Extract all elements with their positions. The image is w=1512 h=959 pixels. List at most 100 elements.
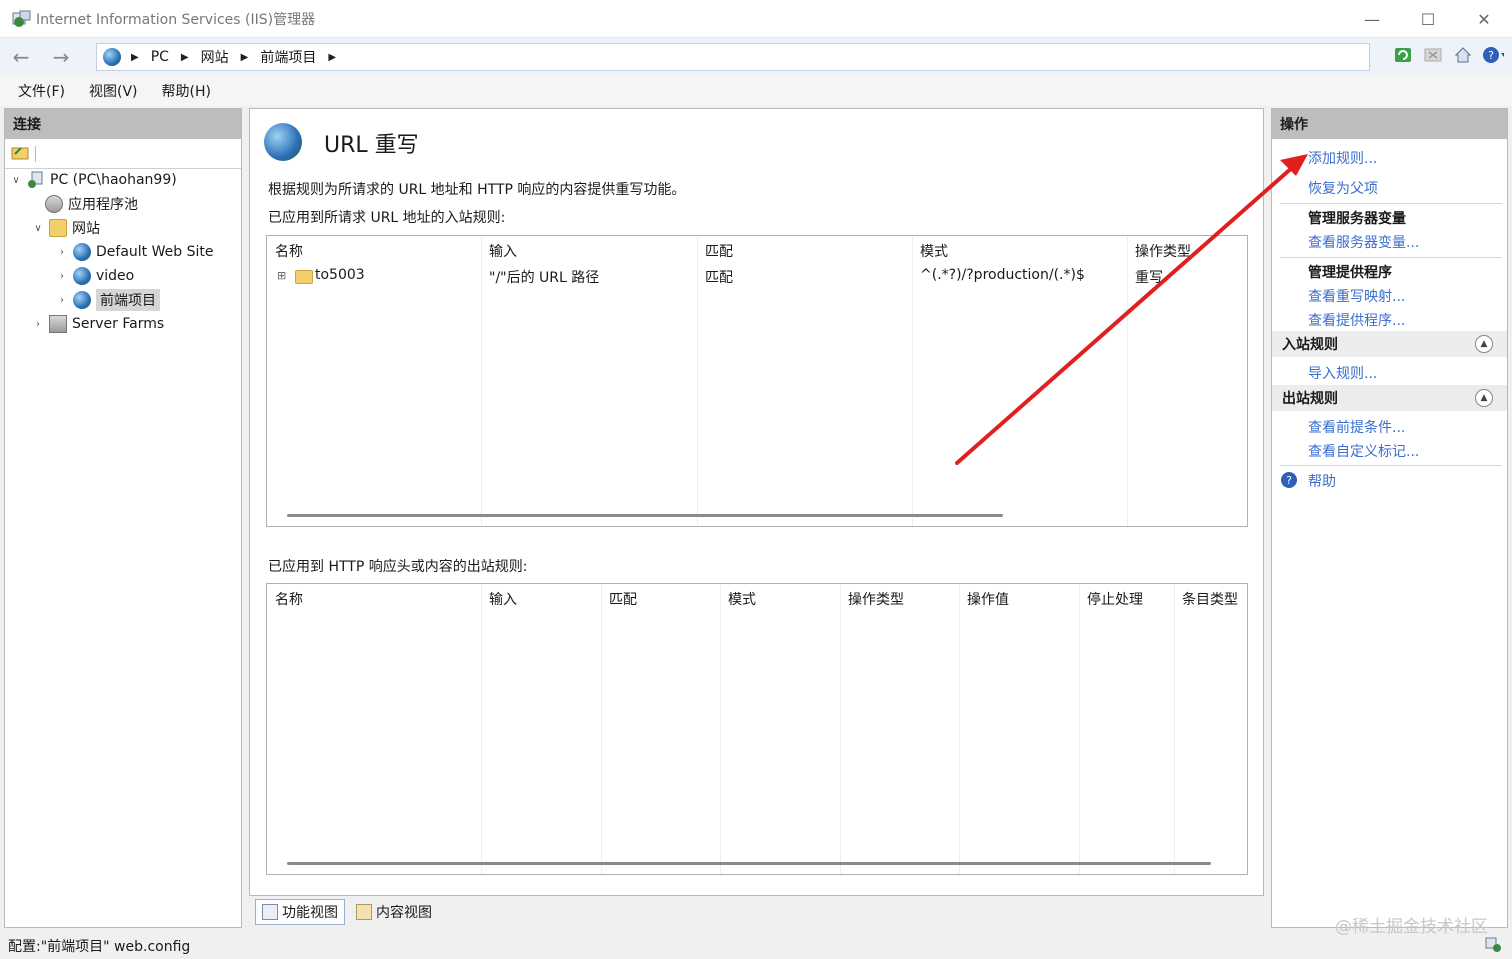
column-header[interactable]: 匹配 <box>705 241 733 261</box>
breadcrumb-sites[interactable]: 网站 <box>201 47 229 67</box>
inbound-grid-header: 名称 输入 匹配 模式 操作类型 <box>267 236 1247 264</box>
app-pool-icon <box>45 195 63 213</box>
maximize-button[interactable]: ☐ <box>1400 0 1456 38</box>
section-title: 入站规则 <box>1282 337 1338 353</box>
connect-icon[interactable] <box>11 144 29 164</box>
breadcrumb-separator-icon[interactable]: ▶ <box>241 52 249 63</box>
revert-to-parent-link[interactable]: 恢复为父项 <box>1308 178 1378 198</box>
actions-header: 操作 <box>1272 109 1507 139</box>
horizontal-scrollbar[interactable] <box>287 862 1211 865</box>
column-header[interactable]: 模式 <box>728 589 756 609</box>
folder-icon <box>295 270 313 284</box>
column-header[interactable]: 模式 <box>920 241 948 261</box>
tree-label: 前端项目 <box>96 289 160 311</box>
add-rule-link[interactable]: 添加规则... <box>1308 148 1377 168</box>
globe-icon <box>73 243 91 261</box>
tree-node-video[interactable]: › video <box>55 265 134 287</box>
menu-help[interactable]: 帮助(H) <box>162 81 211 101</box>
tree-node-app-pools[interactable]: 应用程序池 <box>45 193 138 215</box>
table-row[interactable]: ⊞ to5003 "/"后的 URL 路径 匹配 ^(.*?)/?product… <box>267 264 1247 290</box>
watermark-text: @稀土掘金技术社区 <box>1335 917 1488 937</box>
feature-panel: URL 重写 根据规则为所请求的 URL 地址和 HTTP 响应的内容提供重写功… <box>249 108 1264 896</box>
tab-features-view[interactable]: 功能视图 <box>255 899 345 925</box>
title-bar: Internet Information Services (IIS)管理器 —… <box>0 0 1512 38</box>
refresh-icon[interactable] <box>1392 44 1414 66</box>
view-custom-tags-link[interactable]: 查看自定义标记... <box>1308 441 1419 461</box>
inbound-rules-grid[interactable]: 名称 输入 匹配 模式 操作类型 ⊞ to5003 "/"后的 URL 路径 匹… <box>266 235 1248 527</box>
tree-label: video <box>96 268 135 284</box>
tree-label: 应用程序池 <box>68 197 138 213</box>
content-view-icon <box>356 904 372 920</box>
globe-icon <box>73 267 91 285</box>
collapsed-chevron-icon[interactable]: › <box>55 295 69 306</box>
menu-view[interactable]: 视图(V) <box>89 81 138 101</box>
minimize-button[interactable]: — <box>1344 0 1400 38</box>
inbound-rules-section[interactable]: 入站规则 ▲ <box>1272 331 1507 357</box>
menu-file[interactable]: 文件(F) <box>18 81 65 101</box>
rule-action-cell: 重写 <box>1135 270 1163 286</box>
globe-icon <box>73 291 91 309</box>
import-rules-link[interactable]: 导入规则... <box>1308 363 1377 383</box>
close-button[interactable]: ✕ <box>1456 0 1512 38</box>
back-arrow-icon[interactable]: ← <box>8 44 34 70</box>
stop-icon[interactable] <box>1422 44 1444 66</box>
tab-content-view[interactable]: 内容视图 <box>349 899 439 925</box>
breadcrumb-separator-icon[interactable]: ▶ <box>181 52 189 63</box>
column-header[interactable]: 操作类型 <box>1135 241 1191 261</box>
tree-node-frontend-project[interactable]: › 前端项目 <box>55 289 160 311</box>
view-tabs: 功能视图 内容视图 <box>255 899 439 925</box>
iis-app-icon <box>12 10 32 28</box>
collapsed-chevron-icon[interactable]: › <box>31 319 45 330</box>
expanded-chevron-icon[interactable]: ∨ <box>31 223 45 234</box>
breadcrumb-pc[interactable]: PC <box>151 49 169 65</box>
view-preconditions-link[interactable]: 查看前提条件... <box>1308 417 1405 437</box>
horizontal-scrollbar[interactable] <box>287 514 1003 517</box>
view-rewrite-maps-link[interactable]: 查看重写映射... <box>1308 286 1405 306</box>
outbound-rules-section[interactable]: 出站规则 ▲ <box>1272 385 1507 411</box>
section-title: 出站规则 <box>1282 391 1338 407</box>
tree-node-server-farms[interactable]: › Server Farms <box>31 313 164 335</box>
tree-node-sites[interactable]: ∨ 网站 <box>31 217 100 239</box>
help-icon[interactable]: ? <box>1482 44 1504 66</box>
column-header[interactable]: 名称 <box>275 241 303 261</box>
collapse-up-icon[interactable]: ▲ <box>1475 335 1493 353</box>
window-title: Internet Information Services (IIS)管理器 <box>36 11 316 28</box>
breadcrumb-frontend-project[interactable]: 前端项目 <box>260 47 316 67</box>
expand-plus-icon[interactable]: ⊞ <box>277 269 286 282</box>
column-header[interactable]: 操作值 <box>967 589 1009 609</box>
breadcrumb-separator-icon[interactable]: ▶ <box>328 52 336 63</box>
column-header[interactable]: 输入 <box>489 589 517 609</box>
collapse-up-icon[interactable]: ▲ <box>1475 389 1493 407</box>
sites-folder-icon <box>49 219 67 237</box>
outbound-rules-grid[interactable]: 名称 输入 匹配 模式 操作类型 操作值 停止处理 条目类型 <box>266 583 1248 875</box>
address-field[interactable]: ▶ PC ▶ 网站 ▶ 前端项目 ▶ <box>96 43 1370 71</box>
column-header[interactable]: 条目类型 <box>1182 589 1238 609</box>
tree-node-default-web-site[interactable]: › Default Web Site <box>55 241 213 263</box>
network-status-icon <box>1484 936 1504 954</box>
view-providers-link[interactable]: 查看提供程序... <box>1308 310 1405 330</box>
column-header[interactable]: 停止处理 <box>1087 589 1143 609</box>
forward-arrow-icon[interactable]: → <box>48 44 74 70</box>
server-farm-icon <box>49 315 67 333</box>
help-link[interactable]: 帮助 <box>1308 471 1336 491</box>
rule-name-cell: to5003 <box>315 267 365 283</box>
status-text: 配置:"前端项目" web.config <box>8 938 191 955</box>
toolbar-divider <box>35 145 36 162</box>
connections-panel: 连接 ∨ PC (PC\haohan99) 应用程序池 ∨ 网站 › Defau… <box>4 108 242 928</box>
rule-input-cell: "/"后的 URL 路径 <box>489 270 600 286</box>
features-view-icon <box>262 904 278 920</box>
column-header[interactable]: 输入 <box>489 241 517 261</box>
help-icon: ? <box>1280 471 1298 489</box>
column-header[interactable]: 匹配 <box>609 589 637 609</box>
breadcrumb-separator-icon[interactable]: ▶ <box>131 52 139 63</box>
view-server-variables-link[interactable]: 查看服务器变量... <box>1308 232 1419 252</box>
expanded-chevron-icon[interactable]: ∨ <box>9 175 23 186</box>
column-header[interactable]: 名称 <box>275 589 303 609</box>
manage-providers-heading: 管理提供程序 <box>1308 265 1392 281</box>
home-icon[interactable] <box>1452 44 1474 66</box>
collapsed-chevron-icon[interactable]: › <box>55 247 69 258</box>
column-header[interactable]: 操作类型 <box>848 589 904 609</box>
page-title: URL 重写 <box>324 133 419 158</box>
collapsed-chevron-icon[interactable]: › <box>55 271 69 282</box>
tree-node-pc[interactable]: ∨ PC (PC\haohan99) <box>9 169 177 191</box>
